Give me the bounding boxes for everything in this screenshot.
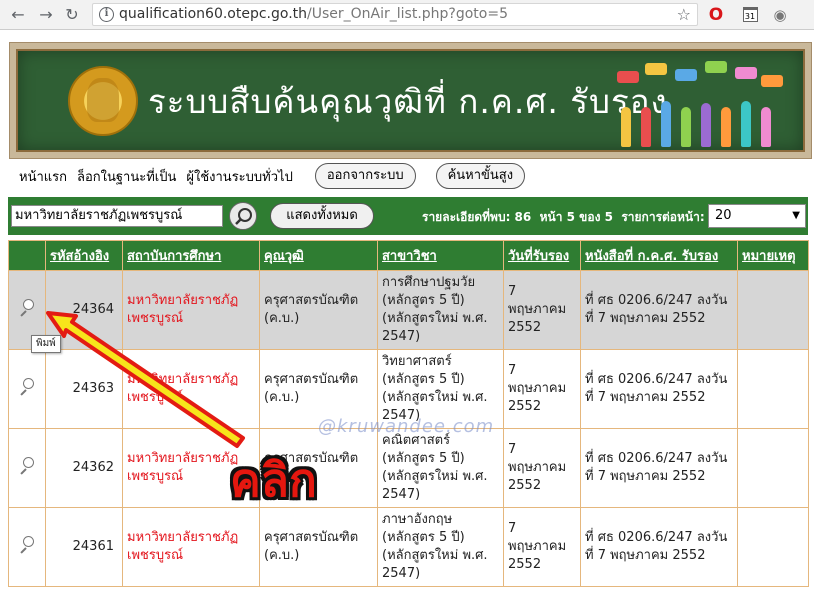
camera-extension-icon[interactable]: ◉: [770, 5, 790, 25]
approval-date: 7 พฤษภาคม 2552: [503, 270, 581, 350]
site-banner: ระบบสืบค้นคุณวุฒิที่ ก.ค.ศ. รับรอง: [9, 42, 812, 159]
header-institution[interactable]: สถาบันการศึกษา: [122, 240, 260, 271]
bookmark-star-icon[interactable]: ☆: [677, 5, 691, 24]
major: การศึกษาปฐมวัย (หลักสูตร 5 ปี) (หลักสูตร…: [377, 270, 504, 350]
view-magnifier-icon[interactable]: [18, 298, 36, 317]
home-link[interactable]: หน้าแรก: [19, 166, 67, 187]
ref-id: 24363: [45, 349, 123, 429]
header-note[interactable]: หมายเหตุ: [737, 240, 809, 271]
user-role-label: ผู้ใช้งานระบบทั่วไป: [186, 169, 293, 185]
view-cell: [8, 507, 46, 587]
top-navigation: หน้าแรก ล็อกในฐานะที่เป็น ผู้ใช้งานระบบท…: [19, 163, 526, 189]
table-row: 24362 มหาวิทยาลัยราชภัฏเพชรบูรณ์ ครุศาสต…: [8, 428, 809, 508]
table-header-row: รหัสอ้างอิง สถาบันการศึกษา คุณวุฒิ สาขาว…: [8, 240, 809, 271]
search-icon: [235, 208, 252, 225]
chalkboard: ระบบสืบค้นคุณวุฒิที่ ก.ค.ศ. รับรอง: [16, 49, 805, 152]
approval-letter: ที่ ศธ 0206.6/247 ลงวันที่ 7 พฤษภาคม 255…: [580, 507, 738, 587]
logout-button[interactable]: ออกจากระบบ: [314, 163, 416, 189]
note: [737, 270, 809, 350]
view-magnifier-icon[interactable]: [18, 456, 36, 475]
ref-id: 24362: [45, 428, 123, 508]
approval-date: 7 พฤษภาคม 2552: [503, 349, 581, 429]
view-cell: [8, 349, 46, 429]
watermark: @kruwandee.com: [318, 416, 495, 437]
degree: ครุศาสตรบัณฑิต (ค.บ.): [259, 507, 378, 587]
login-as-label: ล็อกในฐานะที่เป็น: [77, 169, 177, 185]
view-magnifier-icon[interactable]: [18, 535, 36, 554]
header-letter[interactable]: หนังสือที่ ก.ค.ศ. รับรอง: [580, 240, 738, 271]
advanced-search-button[interactable]: ค้นหาขั้นสูง: [435, 163, 526, 189]
forward-icon[interactable]: →: [36, 5, 56, 25]
major: คณิตศาสตร์ (หลักสูตร 5 ปี) (หลักสูตรใหม่…: [377, 428, 504, 508]
opera-extension-icon[interactable]: O: [706, 5, 726, 25]
approval-letter: ที่ ศธ 0206.6/247 ลงวันที่ 7 พฤษภาคม 255…: [580, 349, 738, 429]
search-button[interactable]: [229, 202, 257, 230]
degree: ครุศาสตรบัณฑิต (ค.บ.): [259, 270, 378, 350]
url-text: qualification60.otepc.go.th/User_OnAir_l…: [119, 6, 508, 22]
header-major[interactable]: สาขาวิชา: [377, 240, 504, 271]
per-page-select[interactable]: 20 ▼: [708, 204, 806, 228]
header-icon-col: [8, 240, 46, 271]
major: ภาษาอังกฤษ (หลักสูตร 5 ปี) (หลักสูตรใหม่…: [377, 507, 504, 587]
people-illustration: [611, 61, 791, 151]
info-icon[interactable]: i: [99, 7, 114, 22]
view-magnifier-icon[interactable]: [18, 377, 36, 396]
print-tooltip: พิมพ์: [31, 335, 61, 353]
note: [737, 428, 809, 508]
address-bar[interactable]: i qualification60.otepc.go.th/User_OnAir…: [92, 3, 698, 26]
approval-date: 7 พฤษภาคม 2552: [503, 428, 581, 508]
chevron-down-icon: ▼: [792, 210, 800, 221]
page-info: หน้า 5 ของ 5: [539, 210, 613, 224]
back-icon[interactable]: ←: [8, 5, 28, 25]
show-all-button[interactable]: แสดงทั้งหมด: [270, 203, 374, 229]
institution: มหาวิทยาลัยราชภัฏเพชรบูรณ์: [122, 507, 260, 587]
calendar-extension-icon[interactable]: 31: [740, 5, 760, 25]
browser-toolbar: ← → ↻ i qualification60.otepc.go.th/User…: [0, 0, 814, 30]
table-row: 24364 มหาวิทยาลัยราชภัฏเพชรบูรณ์ ครุศาสต…: [8, 270, 809, 350]
search-input[interactable]: มหาวิทยาลัยราชภัฏเพชรบูรณ์: [11, 205, 223, 227]
header-degree[interactable]: คุณวุฒิ: [259, 240, 378, 271]
institution: มหาวิทยาลัยราชภัฏเพชรบูรณ์: [122, 270, 260, 350]
approval-letter: ที่ ศธ 0206.6/247 ลงวันที่ 7 พฤษภาคม 255…: [580, 428, 738, 508]
per-page-label: รายการต่อหน้า:: [621, 210, 705, 224]
ref-id: 24361: [45, 507, 123, 587]
results-table: รหัสอ้างอิง สถาบันการศึกษา คุณวุฒิ สาขาว…: [8, 240, 809, 587]
note: [737, 507, 809, 587]
view-cell: [8, 428, 46, 508]
results-meta: รายละเอียดที่พบ: 86 หน้า 5 ของ 5 รายการต…: [422, 208, 705, 227]
click-annotation-label: คลิก: [230, 453, 317, 507]
approval-date: 7 พฤษภาคม 2552: [503, 507, 581, 587]
table-row: 24361 มหาวิทยาลัยราชภัฏเพชรบูรณ์ ครุศาสต…: [8, 507, 809, 587]
reload-icon[interactable]: ↻: [62, 5, 82, 25]
note: [737, 349, 809, 429]
details-found: รายละเอียดที่พบ: 86: [422, 210, 532, 224]
site-title: ระบบสืบค้นคุณวุฒิที่ ก.ค.ศ. รับรอง: [148, 82, 668, 121]
search-bar: มหาวิทยาลัยราชภัฏเพชรบูรณ์ แสดงทั้งหมด ร…: [8, 197, 808, 235]
header-ref-id[interactable]: รหัสอ้างอิง: [45, 240, 123, 271]
header-date[interactable]: วันที่รับรอง: [503, 240, 581, 271]
government-seal-logo: [68, 66, 138, 136]
institution: มหาวิทยาลัยราชภัฏเพชรบูรณ์: [122, 349, 260, 429]
approval-letter: ที่ ศธ 0206.6/247 ลงวันที่ 7 พฤษภาคม 255…: [580, 270, 738, 350]
